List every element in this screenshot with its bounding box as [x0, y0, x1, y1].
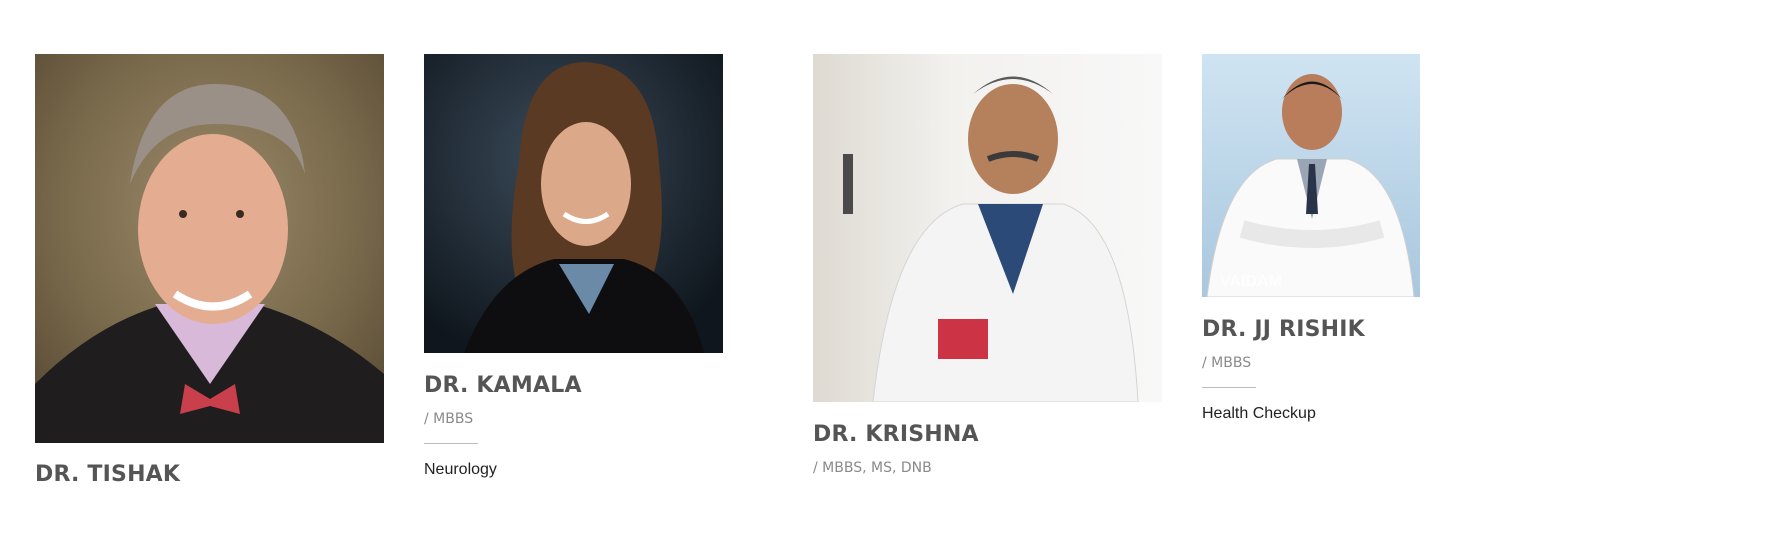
doctor-photo-krishna[interactable]: [813, 54, 1162, 402]
doctor-name[interactable]: DR. KAMALA: [424, 373, 582, 398]
doctor-photo-jj-rishik[interactable]: VAIDAM: [1202, 54, 1420, 297]
doctor-card-jj-rishik[interactable]: VAIDAM DR. JJ RISHIK / MBBS Health Check…: [1202, 54, 1420, 422]
doctor-name[interactable]: DR. KRISHNA: [813, 422, 979, 447]
doctor-photo-tishak[interactable]: [35, 54, 384, 443]
photo-watermark: VAIDAM: [1220, 273, 1282, 290]
doctor-name[interactable]: DR. JJ RISHIK: [1202, 317, 1365, 342]
divider: [424, 443, 478, 444]
doctor-qualifications: / MBBS: [1202, 355, 1252, 371]
doctor-specialty: Health Checkup: [1202, 405, 1316, 422]
doctor-photo-kamala[interactable]: [424, 54, 723, 353]
doctor-card-kamala[interactable]: DR. KAMALA / MBBS Neurology: [424, 54, 723, 478]
divider: [1202, 387, 1256, 388]
doctor-specialty: Neurology: [424, 461, 497, 478]
doctor-card-tishak[interactable]: DR. TISHAK: [35, 54, 384, 487]
doctor-name[interactable]: DR. TISHAK: [35, 462, 180, 487]
doctor-card-krishna[interactable]: DR. KRISHNA / MBBS, MS, DNB: [813, 54, 1162, 476]
doctor-qualifications: / MBBS: [424, 411, 474, 427]
doctor-qualifications: / MBBS, MS, DNB: [813, 460, 932, 476]
